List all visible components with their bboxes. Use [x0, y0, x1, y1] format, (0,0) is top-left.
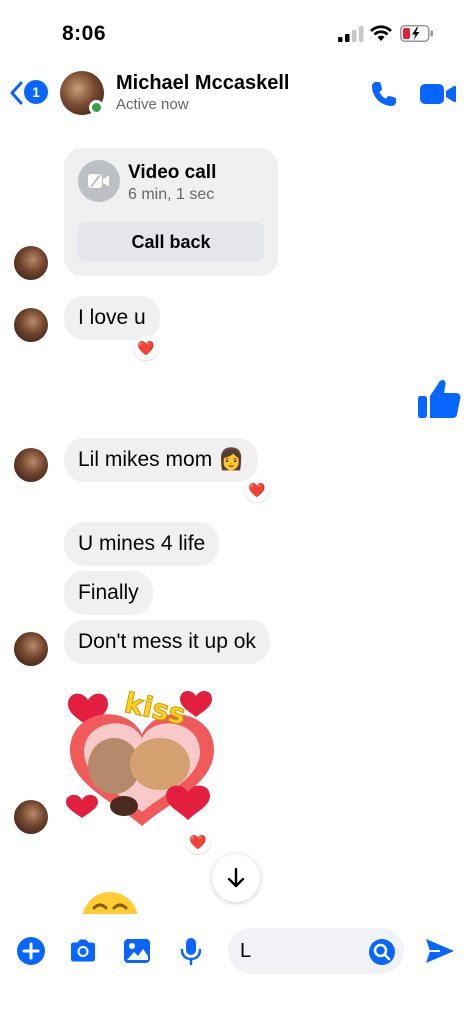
video-call-card: Video call 6 min, 1 sec Call back	[64, 148, 278, 276]
send-icon[interactable]	[424, 936, 456, 966]
message-text: Lil mikes mom 👩	[78, 448, 245, 471]
status-time: 8:06	[62, 22, 107, 45]
contact-name[interactable]: Michael Mccaskell	[116, 72, 289, 95]
gallery-icon[interactable]	[122, 936, 152, 966]
message-text: I love u	[78, 306, 146, 329]
message-bubble[interactable]: Don't mess it up ok	[64, 620, 270, 664]
plus-icon[interactable]	[16, 936, 46, 966]
call-duration: 6 min, 1 sec	[128, 186, 215, 203]
video-call-icon	[78, 160, 120, 202]
sender-avatar	[14, 308, 48, 342]
emoji-icon[interactable]	[368, 938, 396, 966]
unread-count-badge: 1	[24, 80, 48, 104]
back-chevron-icon	[10, 81, 23, 105]
message-input-field[interactable]	[228, 928, 404, 974]
battery-icon	[400, 25, 433, 42]
message-text: U mines 4 life	[78, 532, 206, 555]
message-bubble[interactable]: Lil mikes mom 👩	[64, 438, 259, 482]
video-camera-icon[interactable]	[420, 82, 456, 106]
message-text: Don't mess it up ok	[78, 630, 256, 653]
call-back-button[interactable]: Call back	[78, 222, 264, 262]
wifi-icon	[370, 25, 392, 41]
kiss-sticker[interactable]: kiss	[64, 680, 220, 832]
sender-avatar	[14, 800, 48, 834]
message-input[interactable]	[240, 934, 368, 968]
scroll-to-bottom-button[interactable]	[212, 854, 260, 902]
heart-icon: ❤️	[248, 481, 266, 498]
online-status-dot	[89, 100, 104, 115]
camera-icon[interactable]	[68, 936, 98, 966]
contact-active-status: Active now	[116, 96, 189, 113]
heart-reaction[interactable]: ❤️	[134, 336, 158, 360]
message-bubble[interactable]: U mines 4 life	[64, 522, 220, 566]
sender-avatar	[14, 246, 48, 280]
heart-reaction[interactable]: ❤️	[245, 478, 269, 502]
message-text: Finally	[78, 581, 139, 604]
message-composer	[0, 914, 472, 986]
phone-icon[interactable]	[370, 80, 398, 108]
heart-icon: ❤️	[189, 833, 207, 850]
conversation-header: 1 Michael Mccaskell Active now	[0, 62, 472, 124]
sender-avatar	[14, 448, 48, 482]
back-button[interactable]: 1	[10, 80, 52, 106]
status-bar: 8:06	[0, 0, 472, 62]
call-card-title: Video call	[128, 162, 217, 183]
cellular-signal-icon	[338, 26, 364, 42]
home-indicator-area	[0, 986, 472, 1024]
heart-reaction[interactable]: ❤️	[186, 830, 210, 854]
message-bubble[interactable]: I love u	[64, 296, 160, 340]
message-thread[interactable]: Video call 6 min, 1 sec Call back I love…	[0, 124, 472, 918]
arrow-down-icon	[227, 867, 245, 888]
message-bubble[interactable]: Finally	[64, 571, 153, 615]
heart-icon: ❤️	[137, 339, 155, 356]
thumbs-up-icon[interactable]	[416, 376, 462, 422]
microphone-icon[interactable]	[176, 936, 206, 966]
sender-avatar	[14, 632, 48, 666]
